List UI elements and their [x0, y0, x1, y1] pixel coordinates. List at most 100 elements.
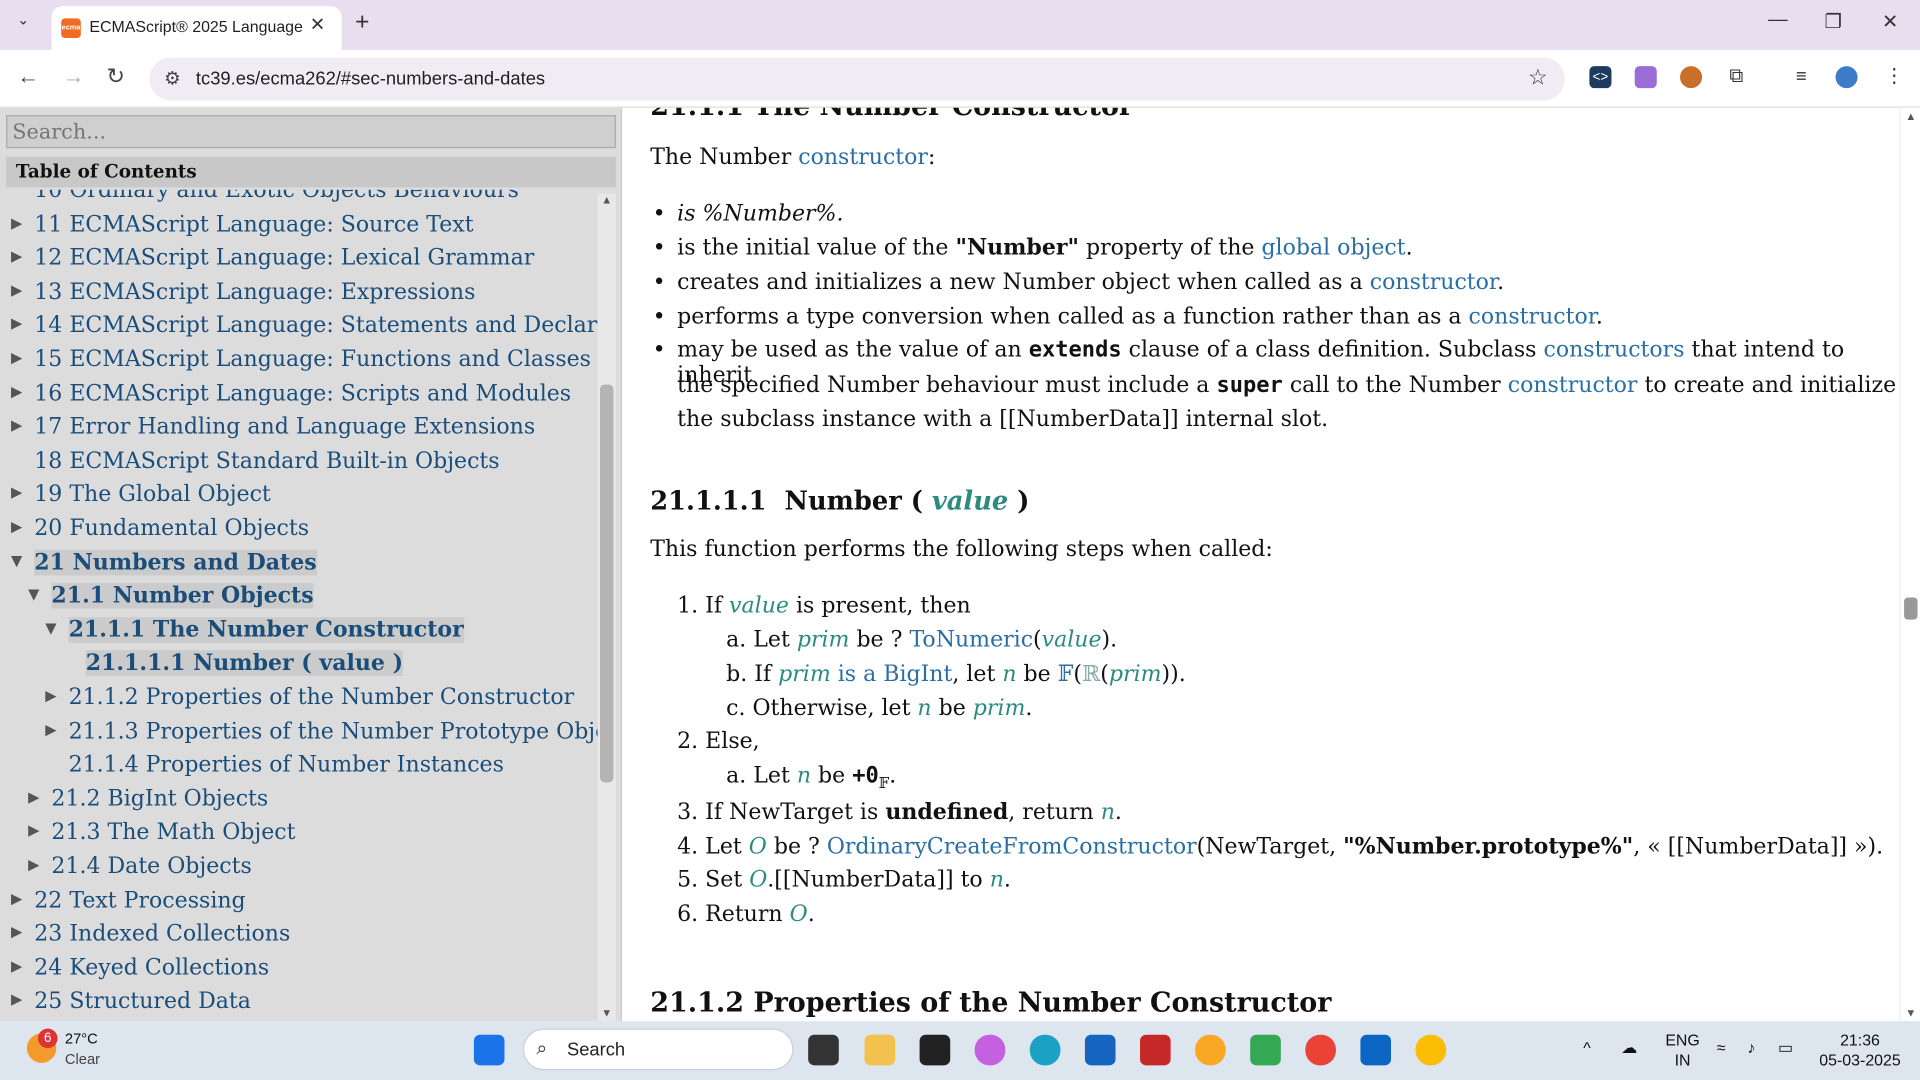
- back-icon[interactable]: ←: [17, 64, 39, 90]
- close-tab-icon[interactable]: ✕: [310, 13, 325, 36]
- toc-item[interactable]: ▼ 21.1.1 The Number Constructor: [0, 614, 598, 647]
- expand-right-icon[interactable]: ▶: [11, 924, 22, 941]
- chrome-profile-icon[interactable]: [1415, 1034, 1447, 1066]
- minimize-icon[interactable]: —: [1768, 10, 1788, 32]
- windows-start-icon[interactable]: [473, 1034, 505, 1066]
- battery-icon[interactable]: ▭: [1778, 1038, 1793, 1058]
- terminal-icon[interactable]: [919, 1034, 951, 1066]
- expand-right-icon[interactable]: ▶: [28, 856, 39, 873]
- constructor-link-2[interactable]: constructor: [1370, 269, 1497, 295]
- meet-icon[interactable]: [1250, 1034, 1281, 1066]
- menu-kebab-icon[interactable]: ⋮: [1883, 66, 1905, 88]
- new-tab-icon[interactable]: +: [355, 9, 369, 37]
- copilot-icon[interactable]: [974, 1034, 1006, 1066]
- toc-item[interactable]: ▶ 13 ECMAScript Language: Expressions: [0, 276, 598, 309]
- expand-down-icon[interactable]: ▼: [11, 552, 22, 569]
- extension-bug-icon[interactable]: [1680, 66, 1703, 89]
- toc-item[interactable]: ▶ 21.2 BigInt Objects: [0, 783, 598, 816]
- constructors-link[interactable]: constructors: [1544, 337, 1685, 363]
- toc-item[interactable]: 21.1.4 Properties of Number Instances: [0, 750, 598, 783]
- extension-palette-icon[interactable]: [1634, 66, 1657, 89]
- scroll-down-arrow-icon[interactable]: ▼: [601, 1007, 612, 1019]
- toc-item[interactable]: 10 Ordinary and Exotic Objects Behaviour…: [0, 190, 598, 208]
- expand-right-icon[interactable]: ▶: [11, 957, 22, 974]
- vscode-icon[interactable]: [1360, 1034, 1392, 1066]
- close-window-icon[interactable]: ✕: [1882, 10, 1898, 34]
- toc-item[interactable]: ▶ 23 Indexed Collections: [0, 919, 598, 952]
- expand-right-icon[interactable]: ▶: [11, 281, 22, 298]
- mcafee-icon[interactable]: [1140, 1034, 1171, 1066]
- toc-item[interactable]: ▶ 25 Structured Data: [0, 986, 598, 1015]
- toc-item[interactable]: ▶ 16 ECMAScript Language: Scripts and Mod…: [0, 378, 598, 411]
- wifi-icon[interactable]: ≈: [1717, 1038, 1726, 1058]
- reload-icon[interactable]: ↻: [107, 64, 125, 90]
- weather-temp[interactable]: 27°C: [65, 1030, 98, 1047]
- expand-right-icon[interactable]: ▶: [11, 417, 22, 434]
- extension-code-icon[interactable]: <>: [1589, 66, 1612, 89]
- file-explorer-icon[interactable]: [864, 1034, 896, 1066]
- expand-right-icon[interactable]: ▶: [28, 788, 39, 805]
- page-scroll-down-icon[interactable]: ▼: [1905, 1007, 1916, 1019]
- page-scrollbar[interactable]: ▲ ▼: [1899, 107, 1920, 1022]
- expand-right-icon[interactable]: ▶: [11, 349, 22, 366]
- edge-icon[interactable]: [1029, 1034, 1061, 1066]
- expand-right-icon[interactable]: ▶: [11, 214, 22, 231]
- constructor-link[interactable]: constructor: [798, 144, 928, 170]
- toc-item[interactable]: ▶ 21.1.3 Properties of the Number Prototy…: [0, 716, 597, 749]
- toc-item[interactable]: ▶ 20 Fundamental Objects: [0, 513, 598, 546]
- toc-item[interactable]: ▼ 21.1 Number Objects: [0, 581, 598, 614]
- maximize-icon[interactable]: ❐: [1825, 10, 1843, 34]
- expand-right-icon[interactable]: ▶: [11, 890, 22, 907]
- toc-item[interactable]: ▶ 12 ECMAScript Language: Lexical Grammar: [0, 243, 598, 276]
- toc-scroll-thumb[interactable]: [600, 384, 614, 783]
- site-info-icon[interactable]: ⚙: [164, 67, 180, 90]
- volume-icon[interactable]: ♪: [1747, 1038, 1755, 1058]
- toc-item[interactable]: 21.1.1.1 Number ( value ): [0, 648, 598, 681]
- page-scroll-thumb[interactable]: [1904, 597, 1918, 620]
- expand-right-icon[interactable]: ▶: [11, 315, 22, 332]
- toc-item[interactable]: ▶ 19 The Global Object: [0, 479, 598, 512]
- forward-icon[interactable]: →: [62, 64, 84, 90]
- weather-condition[interactable]: Clear: [65, 1051, 100, 1068]
- expand-right-icon[interactable]: ▶: [45, 687, 56, 704]
- scroll-up-arrow-icon[interactable]: ▲: [601, 193, 612, 205]
- tab-ecmascript[interactable]: ecma ECMAScript® 2025 Language S ✕: [51, 6, 342, 51]
- expand-right-icon[interactable]: ▶: [28, 822, 39, 839]
- toc-item[interactable]: ▶ 14 ECMAScript Language: Statements and …: [0, 310, 598, 343]
- toc-item[interactable]: ▶ 22 Text Processing: [0, 885, 598, 918]
- toc-item[interactable]: ▶ 15 ECMAScript Language: Functions and C…: [0, 344, 598, 377]
- store-icon[interactable]: [1084, 1034, 1116, 1066]
- toc-item[interactable]: ▶ 21.1.2 Properties of the Number Constru…: [0, 682, 598, 715]
- toc-item[interactable]: ▶ 11 ECMAScript Language: Source Text: [0, 209, 598, 242]
- chrome-icon[interactable]: [1305, 1034, 1336, 1066]
- extensions-puzzle-icon[interactable]: ⧉: [1725, 66, 1747, 88]
- expand-right-icon[interactable]: ▶: [45, 721, 56, 738]
- global-object-link[interactable]: global object: [1261, 235, 1405, 261]
- toc-item[interactable]: ▶ 21.3 The Math Object: [0, 817, 598, 850]
- expand-right-icon[interactable]: ▶: [11, 248, 22, 265]
- onedrive-icon[interactable]: ☁: [1621, 1038, 1637, 1058]
- toc-item[interactable]: ▼ 21 Numbers and Dates: [0, 547, 598, 580]
- expand-down-icon[interactable]: ▼: [45, 619, 56, 636]
- toc-item[interactable]: ▶ 24 Keyed Collections: [0, 952, 598, 985]
- real-value-link[interactable]: ℝ: [1082, 661, 1100, 687]
- constructor-link-3[interactable]: constructor: [1469, 304, 1596, 330]
- address-bar[interactable]: ⚙ tc39.es/ecma262/#sec-numbers-and-dates…: [149, 57, 1565, 101]
- toc-item[interactable]: ▶ 21.4 Date Objects: [0, 851, 598, 884]
- expand-right-icon[interactable]: ▶: [11, 991, 22, 1008]
- toc-scrollbar[interactable]: ▲ ▼: [597, 193, 616, 1022]
- language-indicator[interactable]: ENG IN: [1665, 1031, 1699, 1070]
- toc-search-input[interactable]: [6, 115, 616, 149]
- ordinary-create-from-constructor-link[interactable]: OrdinaryCreateFromConstructor: [827, 834, 1197, 860]
- clock[interactable]: 21:36 05-03-2025: [1817, 1031, 1903, 1070]
- media-controls-icon[interactable]: ≡: [1790, 66, 1812, 88]
- is-a-bigint-link[interactable]: is a BigInt: [831, 661, 953, 687]
- expand-right-icon[interactable]: ▶: [11, 518, 22, 535]
- expand-down-icon[interactable]: ▼: [28, 586, 39, 603]
- toc-item[interactable]: 18 ECMAScript Standard Built-in Objects: [0, 445, 598, 478]
- profile-avatar-icon[interactable]: [1835, 66, 1858, 89]
- taskbar-search[interactable]: ⌕ Search: [522, 1028, 794, 1071]
- task-view-icon[interactable]: [808, 1034, 839, 1066]
- tab-list-chevron-icon[interactable]: ⌄: [17, 11, 29, 28]
- photos-icon[interactable]: [1195, 1034, 1226, 1066]
